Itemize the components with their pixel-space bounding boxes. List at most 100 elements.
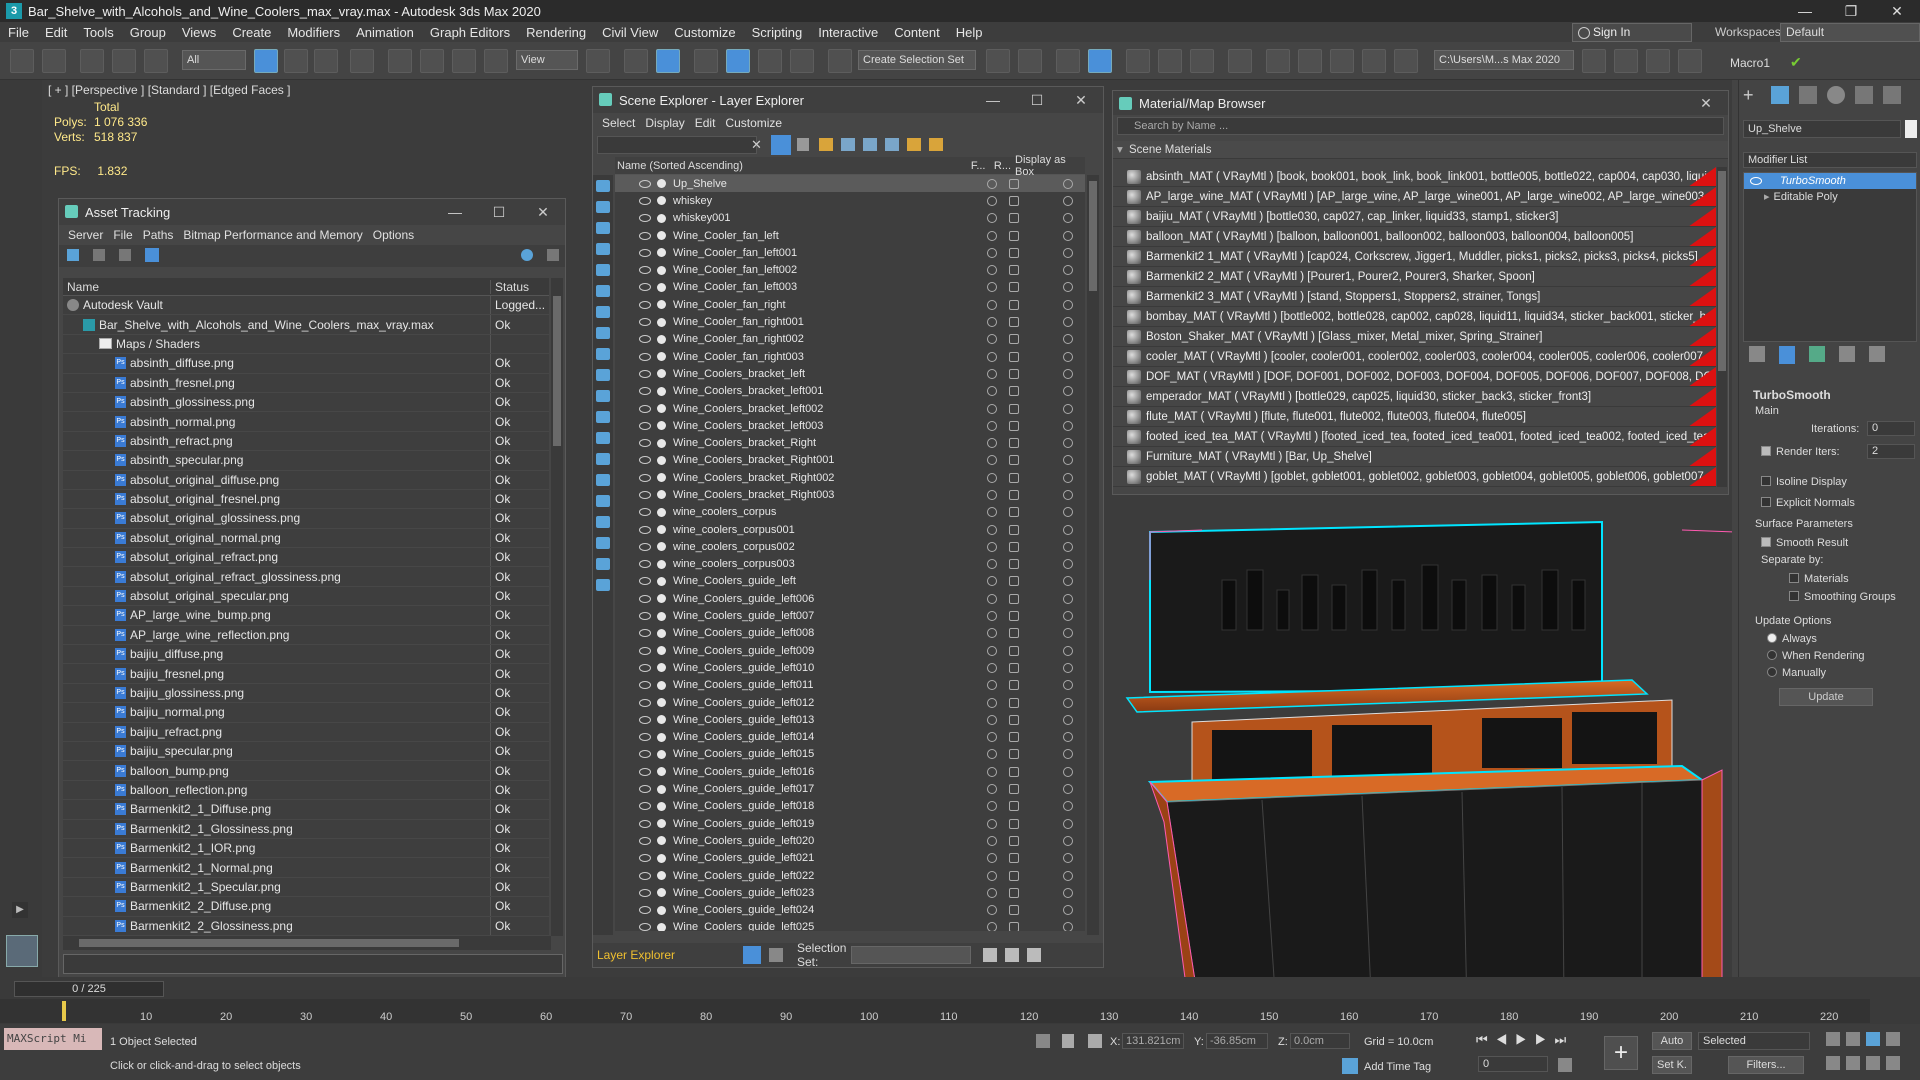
asset-row[interactable]: Ps AP_large_wine_bump.png Ok xyxy=(63,606,549,626)
visibility-eye-icon[interactable] xyxy=(639,923,651,931)
freeze-toggle-icon[interactable] xyxy=(987,784,997,795)
material-row[interactable]: Boston_Shaker_MAT ( VRayMtl ) [Glass_mix… xyxy=(1113,327,1716,347)
select-object-icon[interactable] xyxy=(254,49,278,73)
smoothing-groups-checkbox[interactable]: Smoothing Groups xyxy=(1789,591,1896,603)
renderable-toggle-icon[interactable] xyxy=(1009,265,1019,276)
scene-object-row[interactable]: Wine_Coolers_guide_left025 xyxy=(615,919,1085,931)
material-search-input[interactable]: Search by Name ... xyxy=(1117,117,1724,135)
place-icon[interactable] xyxy=(484,49,508,73)
key-filter-dropdown[interactable]: Selected xyxy=(1698,1032,1810,1050)
explorer-filter-icon[interactable] xyxy=(596,558,610,570)
material-row[interactable]: Barmenkit2 2_MAT ( VRayMtl ) [Pourer1, P… xyxy=(1113,267,1716,287)
freeze-toggle-icon[interactable] xyxy=(987,524,997,535)
menu-create[interactable]: Create xyxy=(224,25,279,40)
column-freeze[interactable]: F... xyxy=(971,160,994,172)
freeze-toggle-icon[interactable] xyxy=(987,472,997,483)
visibility-eye-icon[interactable] xyxy=(639,439,651,448)
freeze-toggle-icon[interactable] xyxy=(987,887,997,898)
material-row[interactable]: balloon_MAT ( VRayMtl ) [balloon, balloo… xyxy=(1113,227,1716,247)
renderable-toggle-icon[interactable] xyxy=(1009,524,1019,535)
layer-stack-icon[interactable] xyxy=(743,946,761,964)
make-unique-icon[interactable] xyxy=(1809,346,1825,362)
freeze-toggle-icon[interactable] xyxy=(987,870,997,881)
explorer-filter-icon[interactable] xyxy=(596,432,610,444)
add-selection-set-icon[interactable] xyxy=(983,948,997,962)
asset-row[interactable]: Ps baijiu_diffuse.png Ok xyxy=(63,645,549,665)
display-as-box-icon[interactable] xyxy=(1063,870,1073,881)
show-end-result-icon[interactable] xyxy=(1779,346,1795,364)
visibility-eye-icon[interactable] xyxy=(639,646,651,655)
material-row[interactable]: cooler_MAT ( VRayMtl ) [cooler, cooler00… xyxy=(1113,347,1716,367)
renderable-toggle-icon[interactable] xyxy=(1009,559,1019,570)
orbit-icon[interactable] xyxy=(1866,1056,1880,1070)
freeze-toggle-icon[interactable] xyxy=(987,541,997,552)
explorer-filter-icon[interactable] xyxy=(596,264,610,276)
freeze-toggle-icon[interactable] xyxy=(987,178,997,189)
display-as-box-icon[interactable] xyxy=(1063,853,1073,864)
freeze-toggle-icon[interactable] xyxy=(987,386,997,397)
freeze-toggle-icon[interactable] xyxy=(987,662,997,673)
renderable-toggle-icon[interactable] xyxy=(1009,195,1019,206)
asset-row[interactable]: Ps absolut_original_glossiness.png Ok xyxy=(63,509,549,529)
asset-row[interactable]: Ps absolut_original_specular.png Ok xyxy=(63,586,549,607)
play-arrow-icon[interactable]: ▶ xyxy=(12,902,28,918)
reference-coordinate-dropdown[interactable]: View xyxy=(516,50,578,70)
asset-row[interactable]: Ps Barmenkit2_2_Diffuse.png Ok xyxy=(63,897,549,917)
sync-selection-icon[interactable] xyxy=(929,138,943,151)
visibility-eye-icon[interactable] xyxy=(639,560,651,569)
renderable-toggle-icon[interactable] xyxy=(1009,472,1019,483)
menu-content[interactable]: Content xyxy=(886,25,948,40)
scene-object-row[interactable]: Wine_Coolers_guide_left022 xyxy=(615,867,1085,884)
visibility-eye-icon[interactable] xyxy=(639,387,651,396)
renderable-toggle-icon[interactable] xyxy=(1009,628,1019,639)
asset-close-button[interactable]: ✕ xyxy=(521,199,565,225)
material-editor-icon[interactable] xyxy=(1228,49,1252,73)
renderable-toggle-icon[interactable] xyxy=(1009,230,1019,241)
display-as-box-icon[interactable] xyxy=(1063,714,1073,725)
visibility-eye-icon[interactable] xyxy=(639,456,651,465)
scene-object-row[interactable]: whiskey xyxy=(615,192,1085,209)
scene-vertical-scrollbar[interactable] xyxy=(1087,175,1099,935)
stack-item-editable-poly[interactable]: ▸ Editable Poly xyxy=(1744,189,1916,205)
asset-row[interactable]: Ps balloon_reflection.png Ok xyxy=(63,780,549,801)
visibility-eye-icon[interactable] xyxy=(639,248,651,257)
display-as-box-icon[interactable] xyxy=(1063,801,1073,812)
renderable-toggle-icon[interactable] xyxy=(1009,801,1019,812)
menu-scripting[interactable]: Scripting xyxy=(744,25,811,40)
menu-help[interactable]: Help xyxy=(948,25,991,40)
percent-snap-icon[interactable] xyxy=(758,49,782,73)
freeze-toggle-icon[interactable] xyxy=(987,455,997,466)
asset-row[interactable]: Ps AP_large_wine_reflection.png Ok xyxy=(63,625,549,646)
highlight-layer-icon[interactable] xyxy=(907,138,921,151)
expand-arrow-icon[interactable]: ▸ xyxy=(1764,191,1770,203)
settings-icon[interactable] xyxy=(547,249,559,261)
asset-menu-paths[interactable]: Paths xyxy=(138,228,179,242)
display-as-box-icon[interactable] xyxy=(1063,489,1073,500)
visibility-eye-icon[interactable] xyxy=(639,715,651,724)
create-project-icon[interactable] xyxy=(1646,49,1670,73)
asset-row[interactable]: Ps Barmenkit2_1_Diffuse.png Ok xyxy=(63,800,549,820)
display-as-box-icon[interactable] xyxy=(1063,887,1073,898)
freeze-toggle-icon[interactable] xyxy=(987,403,997,414)
visibility-eye-icon[interactable] xyxy=(639,179,651,188)
table-view-icon[interactable] xyxy=(119,249,131,261)
visibility-eye-icon[interactable] xyxy=(639,594,651,603)
list-view-icon[interactable] xyxy=(93,249,105,261)
scene-object-row[interactable]: Wine_Coolers_bracket_Right003 xyxy=(615,486,1085,503)
display-as-box-icon[interactable] xyxy=(1063,680,1073,691)
renderable-toggle-icon[interactable] xyxy=(1009,749,1019,760)
visibility-eye-icon[interactable] xyxy=(639,508,651,517)
display-as-box-icon[interactable] xyxy=(1063,420,1073,431)
scene-object-row[interactable]: Wine_Coolers_guide_left019 xyxy=(615,815,1085,832)
always-radio[interactable]: Always xyxy=(1767,633,1817,645)
menu-rendering[interactable]: Rendering xyxy=(518,25,594,40)
select-manipulate-icon[interactable] xyxy=(624,49,648,73)
visibility-eye-icon[interactable] xyxy=(639,819,651,828)
explorer-filter-icon[interactable] xyxy=(596,390,610,402)
freeze-toggle-icon[interactable] xyxy=(987,922,997,931)
time-configuration-icon[interactable] xyxy=(1558,1058,1572,1072)
display-as-box-icon[interactable] xyxy=(1063,697,1073,708)
freeze-toggle-icon[interactable] xyxy=(987,576,997,587)
display-as-box-icon[interactable] xyxy=(1063,178,1073,189)
add-to-layer-icon[interactable] xyxy=(841,138,855,151)
